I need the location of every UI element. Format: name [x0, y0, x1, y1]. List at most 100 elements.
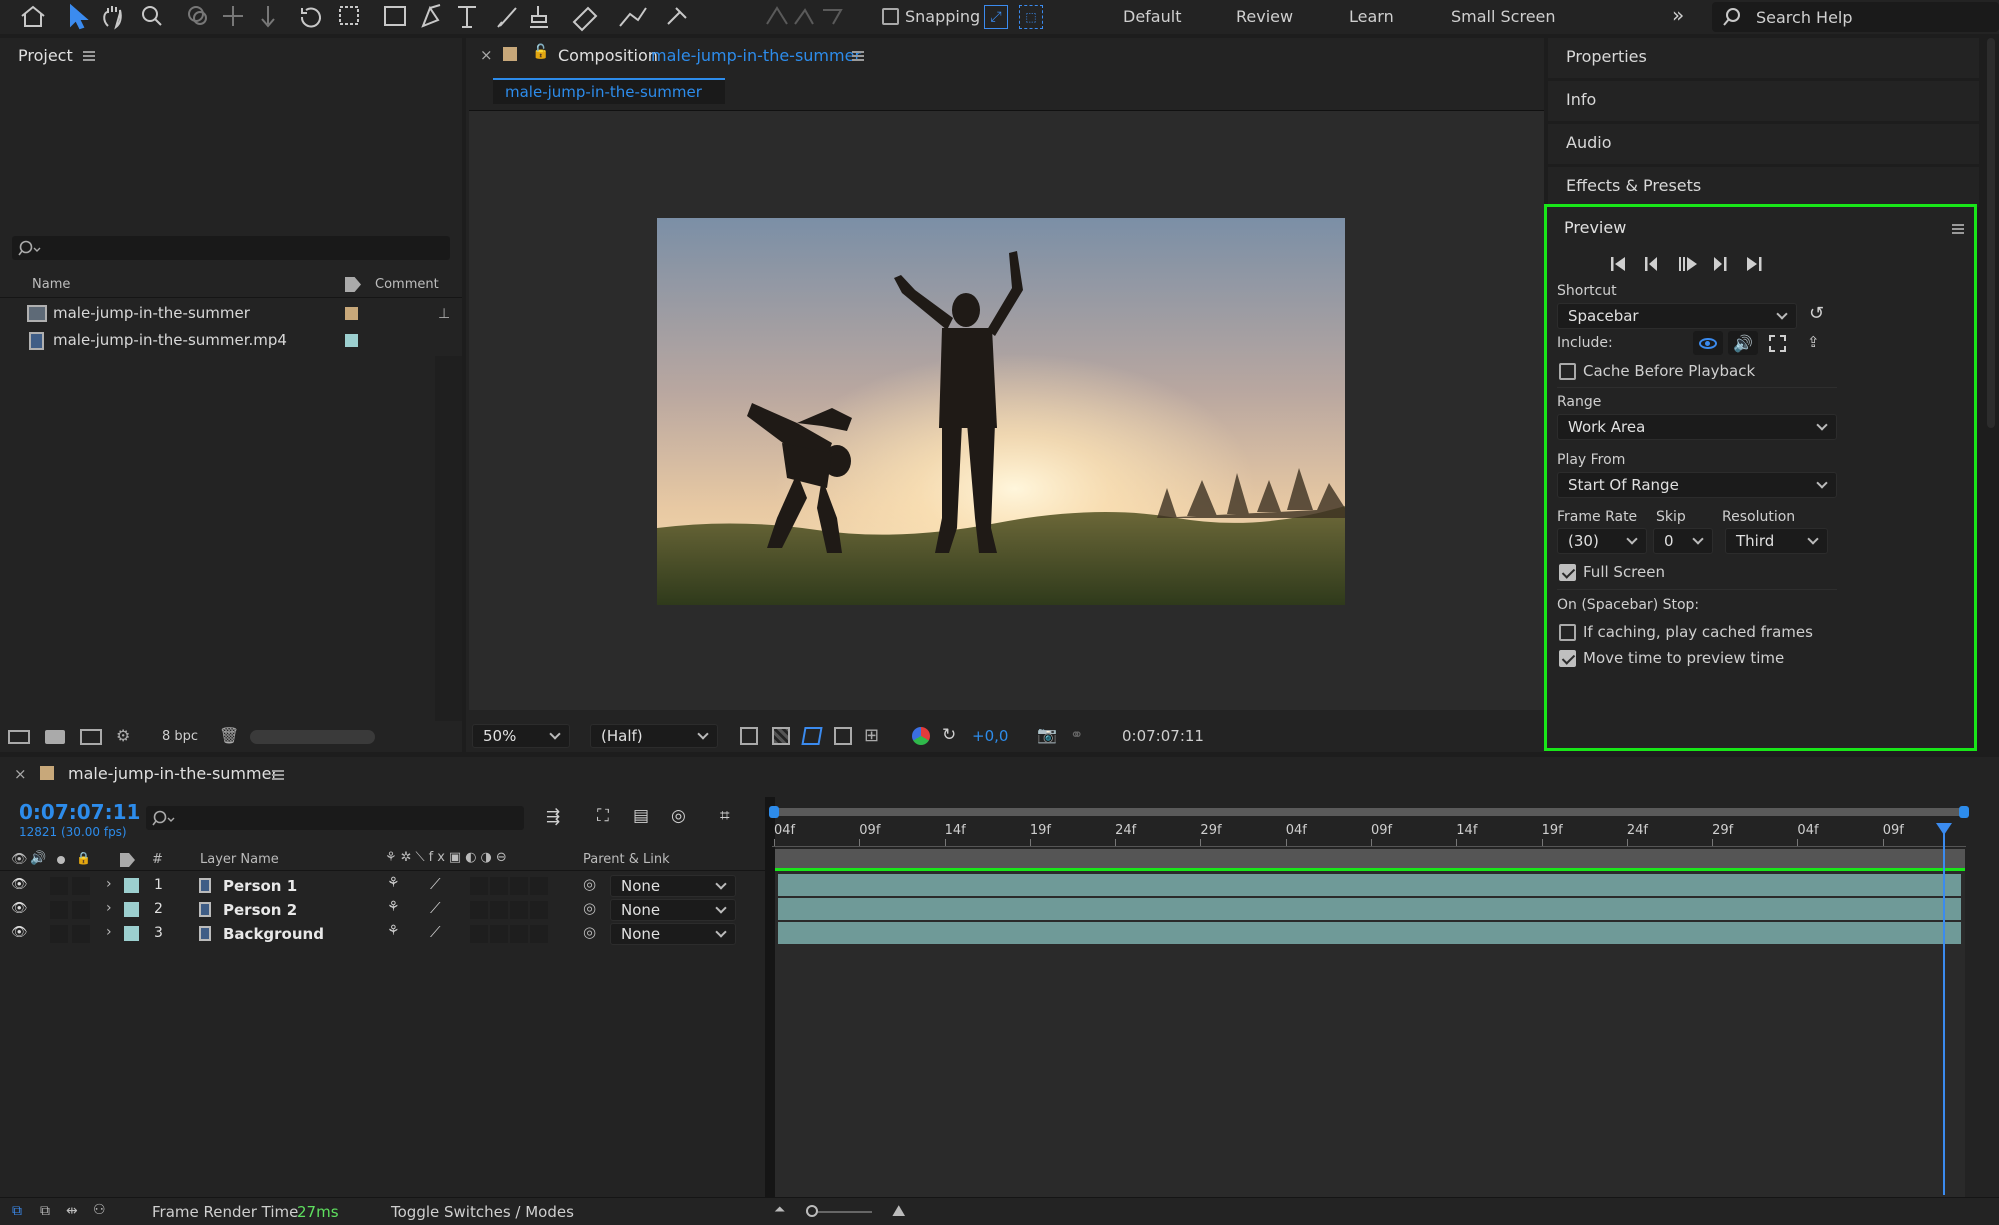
- label-color-swatch[interactable]: [124, 926, 139, 941]
- snap-edges-icon[interactable]: ⤢: [984, 5, 1008, 29]
- workspace-small-screen[interactable]: Small Screen: [1451, 7, 1556, 26]
- shy-switch-icon[interactable]: ⚘: [387, 875, 400, 891]
- close-icon[interactable]: ×: [14, 765, 27, 783]
- column-comment[interactable]: Comment: [375, 277, 439, 292]
- audio-toggle[interactable]: [50, 925, 68, 943]
- bpc-label[interactable]: 8 bpc: [162, 729, 198, 744]
- transparency-grid-icon[interactable]: [772, 727, 790, 745]
- workspace-learn[interactable]: Learn: [1349, 7, 1394, 26]
- switch-box[interactable]: [470, 901, 488, 919]
- composition-menu-icon[interactable]: [852, 51, 864, 61]
- timeline-menu-icon[interactable]: [272, 770, 284, 780]
- resolution-dropdown[interactable]: Third: [1725, 528, 1828, 554]
- timeline-zoom-slider[interactable]: [806, 1205, 872, 1217]
- expand-chevron-icon[interactable]: ›: [106, 876, 112, 892]
- lock-toggle[interactable]: [72, 925, 90, 943]
- switch-box[interactable]: [530, 901, 548, 919]
- graph-editor-icon[interactable]: ⌗: [720, 806, 730, 826]
- full-screen-checkbox[interactable]: [1559, 564, 1576, 581]
- current-time-indicator[interactable]: [1936, 823, 1952, 1195]
- new-composition-icon[interactable]: [80, 729, 102, 745]
- solo-icon[interactable]: [57, 856, 65, 864]
- composition-subtab[interactable]: male-jump-in-the-summer: [493, 78, 725, 104]
- pick-whip-icon[interactable]: ◎: [583, 923, 596, 941]
- toggle-switches-modes[interactable]: Toggle Switches / Modes: [391, 1203, 574, 1221]
- trash-icon[interactable]: 🗑: [219, 726, 239, 745]
- right-scrollbar[interactable]: [1984, 38, 1999, 752]
- effects-presets-panel-header[interactable]: Effects & Presets: [1548, 167, 1979, 207]
- layer-name[interactable]: Person 1: [223, 877, 297, 895]
- layer-switches-icon[interactable]: ⧉: [12, 1203, 22, 1219]
- parent-dropdown[interactable]: None: [610, 875, 736, 897]
- fast-previews-icon[interactable]: [740, 727, 758, 745]
- reset-icon[interactable]: ↺: [1809, 303, 1824, 324]
- transfer-controls-icon[interactable]: ⧉: [40, 1203, 50, 1219]
- project-settings-icon[interactable]: ⚙: [116, 726, 130, 745]
- work-area-bar[interactable]: [769, 806, 1969, 818]
- video-eye-icon[interactable]: 👁: [11, 901, 28, 916]
- search-help-field[interactable]: Search Help: [1712, 2, 1999, 32]
- layer-row[interactable]: 👁 › 2 Person 2 ⚘ ⟋ ◎ None: [0, 898, 770, 922]
- project-item[interactable]: male-jump-in-the-summer.mp4: [0, 328, 462, 354]
- resolution-dropdown[interactable]: (Half): [590, 724, 718, 748]
- time-ruler[interactable]: 04f 09f 14f 19f 24f 29f 04f 09f 14f 19f 24f 29f 04f 0…: [772, 817, 1966, 847]
- audio-panel-header[interactable]: Audio: [1548, 124, 1979, 164]
- video-eye-icon[interactable]: 👁: [11, 925, 28, 940]
- interpret-footage-icon[interactable]: [8, 730, 30, 744]
- layer-duration-bar[interactable]: [778, 874, 1961, 896]
- audio-icon[interactable]: 🔊: [30, 851, 46, 866]
- export-icon[interactable]: ⇪: [1807, 333, 1820, 351]
- current-time-display[interactable]: 0:07:07:11: [1122, 727, 1204, 745]
- project-scrollbar[interactable]: [435, 356, 462, 750]
- audio-toggle[interactable]: [50, 877, 68, 895]
- video-eye-icon[interactable]: 👁: [11, 852, 28, 867]
- double-chevron-icon[interactable]: »: [1672, 3, 1684, 27]
- layer-duration-bar[interactable]: [778, 898, 1961, 920]
- cache-before-playback-checkbox[interactable]: [1559, 363, 1576, 380]
- move-time-checkbox[interactable]: [1559, 650, 1576, 667]
- lock-icon[interactable]: 🔓: [532, 44, 549, 60]
- zoom-in-icon[interactable]: ⛰: [892, 1201, 905, 1221]
- include-video-eye-icon[interactable]: [1693, 331, 1723, 355]
- preview-title[interactable]: Preview: [1564, 218, 1626, 237]
- include-audio-icon[interactable]: 🔊: [1728, 331, 1758, 355]
- workspace-default[interactable]: Default: [1123, 7, 1181, 26]
- if-caching-checkbox[interactable]: [1559, 624, 1576, 641]
- project-search-input[interactable]: [12, 236, 450, 260]
- quality-switch-icon[interactable]: ⟋: [430, 875, 441, 893]
- snap-features-icon[interactable]: ⬚: [1019, 5, 1043, 29]
- composition-tab-prefix[interactable]: Composition: [558, 46, 658, 65]
- parent-dropdown[interactable]: None: [610, 923, 736, 945]
- shy-switch-icon[interactable]: ⚘: [387, 923, 400, 939]
- layer-name[interactable]: Person 2: [223, 901, 297, 919]
- properties-panel-header[interactable]: Properties: [1548, 38, 1979, 78]
- audio-toggle[interactable]: [50, 901, 68, 919]
- lock-toggle[interactable]: [72, 877, 90, 895]
- project-menu-icon[interactable]: [83, 51, 95, 61]
- zoom-out-icon[interactable]: ⏶: [774, 1202, 785, 1218]
- show-snapshot-icon[interactable]: ⚭: [1070, 725, 1083, 744]
- label-color-swatch[interactable]: [345, 307, 358, 320]
- draft-3d-icon[interactable]: ⛶: [597, 806, 609, 826]
- lock-icon[interactable]: 🔒: [76, 851, 91, 865]
- quality-switch-icon[interactable]: ⟋: [430, 899, 441, 917]
- reset-exposure-icon[interactable]: ↻: [942, 725, 956, 745]
- project-title[interactable]: Project: [18, 46, 73, 65]
- frame-rate-dropdown[interactable]: (30): [1557, 528, 1647, 554]
- parent-dropdown[interactable]: None: [610, 899, 736, 921]
- new-folder-icon[interactable]: [45, 730, 65, 744]
- pick-whip-icon[interactable]: ◎: [583, 899, 596, 917]
- layer-name[interactable]: Background: [223, 925, 324, 943]
- switch-box[interactable]: [530, 877, 548, 895]
- layer-duration-bar[interactable]: [778, 922, 1961, 944]
- grid-guides-icon[interactable]: ⊞: [864, 725, 879, 746]
- close-icon[interactable]: ×: [480, 46, 493, 64]
- layer-row[interactable]: 👁 › 1 Person 1 ⚘ ⟋ ◎ None: [0, 874, 770, 898]
- switch-box[interactable]: [490, 925, 508, 943]
- render-time-icon[interactable]: ⚇: [93, 1202, 106, 1218]
- in-out-icon[interactable]: ⇹: [66, 1203, 78, 1219]
- column-parent-link[interactable]: Parent & Link: [583, 852, 670, 867]
- project-item[interactable]: male-jump-in-the-summer ⊥: [0, 301, 462, 327]
- preview-menu-icon[interactable]: [1952, 224, 1964, 234]
- layer-row[interactable]: 👁 › 3 Background ⚘ ⟋ ◎ None: [0, 922, 770, 946]
